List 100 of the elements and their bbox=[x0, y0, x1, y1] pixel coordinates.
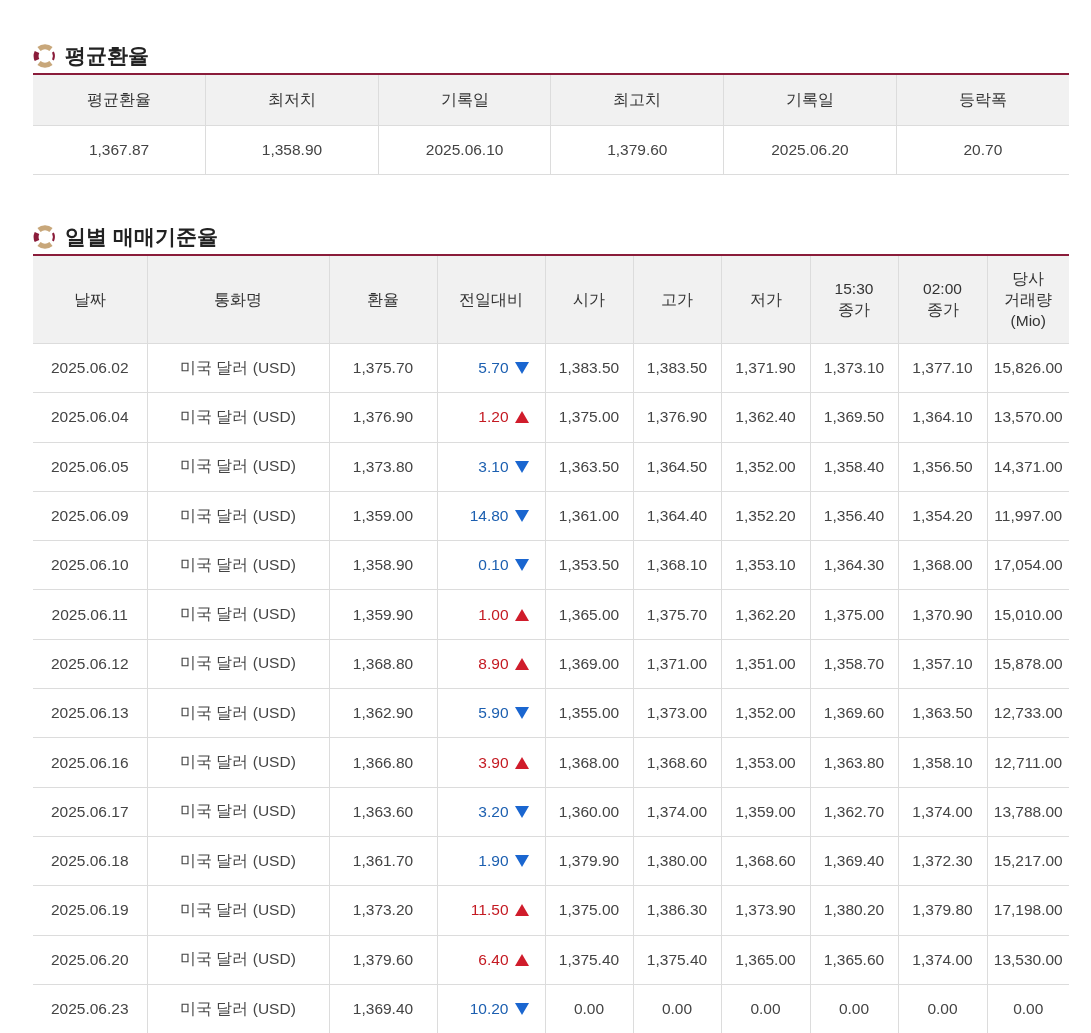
header-cell: 평균환율 bbox=[33, 75, 206, 125]
table-cell: 1,375.00 bbox=[545, 392, 633, 443]
table-cell: 1,366.80 bbox=[329, 737, 437, 788]
table-cell: 2025.06.20 bbox=[723, 125, 897, 174]
header-cell: 02:00 종가 bbox=[898, 255, 987, 344]
change-value: 8.90 bbox=[478, 654, 509, 673]
table-cell: 1,374.00 bbox=[898, 787, 987, 837]
table-cell: 미국 달러 (USD) bbox=[147, 442, 329, 492]
ring-logo-icon bbox=[33, 224, 57, 249]
header-cell: 당사 거래량 (Mio) bbox=[987, 255, 1069, 344]
table-cell: 1,375.70 bbox=[633, 590, 721, 640]
table-cell: 미국 달러 (USD) bbox=[147, 935, 329, 985]
table-cell: 2025.06.02 bbox=[33, 343, 147, 393]
table-cell: 2025.06.19 bbox=[33, 885, 147, 936]
table-cell: 1,368.60 bbox=[633, 737, 721, 788]
table-cell: 1,386.30 bbox=[633, 885, 721, 936]
table-cell: 1,373.20 bbox=[329, 885, 437, 936]
table-cell: 2025.06.18 bbox=[33, 836, 147, 886]
table-cell: 1,383.50 bbox=[633, 343, 721, 393]
table-cell: 1,363.60 bbox=[329, 787, 437, 837]
header-cell: 고가 bbox=[633, 255, 721, 344]
table-cell: 1,379.60 bbox=[329, 935, 437, 985]
table-cell: 1,364.30 bbox=[810, 540, 898, 590]
header-cell: 시가 bbox=[545, 255, 633, 344]
table-cell: 1,369.50 bbox=[810, 392, 898, 443]
table-cell: 1,373.00 bbox=[633, 688, 721, 738]
table-cell: 1,375.00 bbox=[545, 885, 633, 936]
table-cell: 1,351.00 bbox=[721, 639, 810, 689]
table-cell: 2025.06.09 bbox=[33, 491, 147, 541]
table-cell: 1,358.70 bbox=[810, 639, 898, 689]
table-cell: 1,352.00 bbox=[721, 688, 810, 738]
header-cell: 날짜 bbox=[33, 255, 147, 344]
table-cell: 1,373.80 bbox=[329, 442, 437, 492]
header-cell: 통화명 bbox=[147, 255, 329, 344]
change-value: 1.90 bbox=[478, 852, 509, 871]
header-cell: 전일대비 bbox=[437, 255, 545, 344]
table-cell: 2025.06.20 bbox=[33, 935, 147, 985]
table-cell: 1,368.80 bbox=[329, 639, 437, 689]
table-cell: 1,368.00 bbox=[545, 737, 633, 788]
table-cell: 1,352.20 bbox=[721, 491, 810, 541]
table-cell: 1,372.30 bbox=[898, 836, 987, 886]
header-cell: 15:30 종가 bbox=[810, 255, 898, 344]
table-cell: 1,358.40 bbox=[810, 442, 898, 492]
table-cell: 1,374.00 bbox=[898, 935, 987, 985]
table-cell: 미국 달러 (USD) bbox=[147, 590, 329, 640]
ring-logo-icon bbox=[33, 44, 57, 68]
change-value: 6.40 bbox=[478, 950, 509, 969]
table-cell: 미국 달러 (USD) bbox=[147, 540, 329, 590]
table-cell: 1,375.70 bbox=[329, 343, 437, 393]
change-value: 3.10 bbox=[478, 457, 509, 476]
table-cell: 1,364.50 bbox=[633, 442, 721, 492]
table-cell: 1,359.90 bbox=[329, 590, 437, 640]
table-cell: 1,376.90 bbox=[633, 392, 721, 443]
change-value: 14.80 bbox=[469, 507, 509, 526]
table-cell: 1,357.10 bbox=[898, 639, 987, 689]
header-cell: 최고치 bbox=[550, 75, 724, 125]
section-title: 일별 매매기준율 bbox=[65, 223, 218, 250]
table-cell: 1,365.00 bbox=[721, 935, 810, 985]
table-cell: 1,360.00 bbox=[545, 787, 633, 837]
header-cell: 저가 bbox=[721, 255, 810, 344]
table-cell: 2025.06.16 bbox=[33, 737, 147, 788]
table-cell: 1,361.00 bbox=[545, 491, 633, 541]
table-cell: 미국 달러 (USD) bbox=[147, 688, 329, 738]
table-cell: 1,365.00 bbox=[545, 590, 633, 640]
table-cell: 1,373.10 bbox=[810, 343, 898, 393]
table-cell: 1,359.00 bbox=[721, 787, 810, 837]
table-cell: 1,364.40 bbox=[633, 491, 721, 541]
section-title: 평균환율 bbox=[65, 43, 149, 69]
change-value: 1.20 bbox=[478, 408, 509, 427]
table-cell: 1,380.20 bbox=[810, 885, 898, 936]
table-cell: 2025.06.13 bbox=[33, 688, 147, 738]
table-cell: 1,363.50 bbox=[545, 442, 633, 492]
header-cell: 최저치 bbox=[205, 75, 379, 125]
table-cell: 1,367.87 bbox=[33, 125, 206, 174]
table-cell: 1,379.80 bbox=[898, 885, 987, 936]
table-cell: 1,369.40 bbox=[810, 836, 898, 886]
table-cell: 1,363.50 bbox=[898, 688, 987, 738]
change-value: 5.70 bbox=[478, 359, 509, 378]
table-cell: 1,362.70 bbox=[810, 787, 898, 837]
table-cell: 1,356.50 bbox=[898, 442, 987, 492]
header-cell: 등락폭 bbox=[896, 75, 1069, 125]
header-cell: 기록일 bbox=[378, 75, 551, 125]
table-cell: 1,362.90 bbox=[329, 688, 437, 738]
table-cell: 2025.06.04 bbox=[33, 392, 147, 443]
table-cell: 1,379.90 bbox=[545, 836, 633, 886]
table-cell: 1,368.10 bbox=[633, 540, 721, 590]
table-cell: 1,373.90 bbox=[721, 885, 810, 936]
table-cell: 2025.06.10 bbox=[378, 125, 551, 174]
table-cell: 1,379.60 bbox=[550, 125, 724, 174]
table-cell: 1,375.00 bbox=[810, 590, 898, 640]
table-cell: 미국 달러 (USD) bbox=[147, 639, 329, 689]
table-cell: 1,363.80 bbox=[810, 737, 898, 788]
table-cell: 1,371.00 bbox=[633, 639, 721, 689]
table-cell: 2025.06.17 bbox=[33, 787, 147, 837]
table-cell: 미국 달러 (USD) bbox=[147, 885, 329, 936]
change-value: 1.00 bbox=[478, 605, 509, 624]
table-cell: 1,353.00 bbox=[721, 737, 810, 788]
table-cell: 1,353.10 bbox=[721, 540, 810, 590]
change-value: 10.20 bbox=[469, 1000, 509, 1018]
table-cell: 2025.06.12 bbox=[33, 639, 147, 689]
